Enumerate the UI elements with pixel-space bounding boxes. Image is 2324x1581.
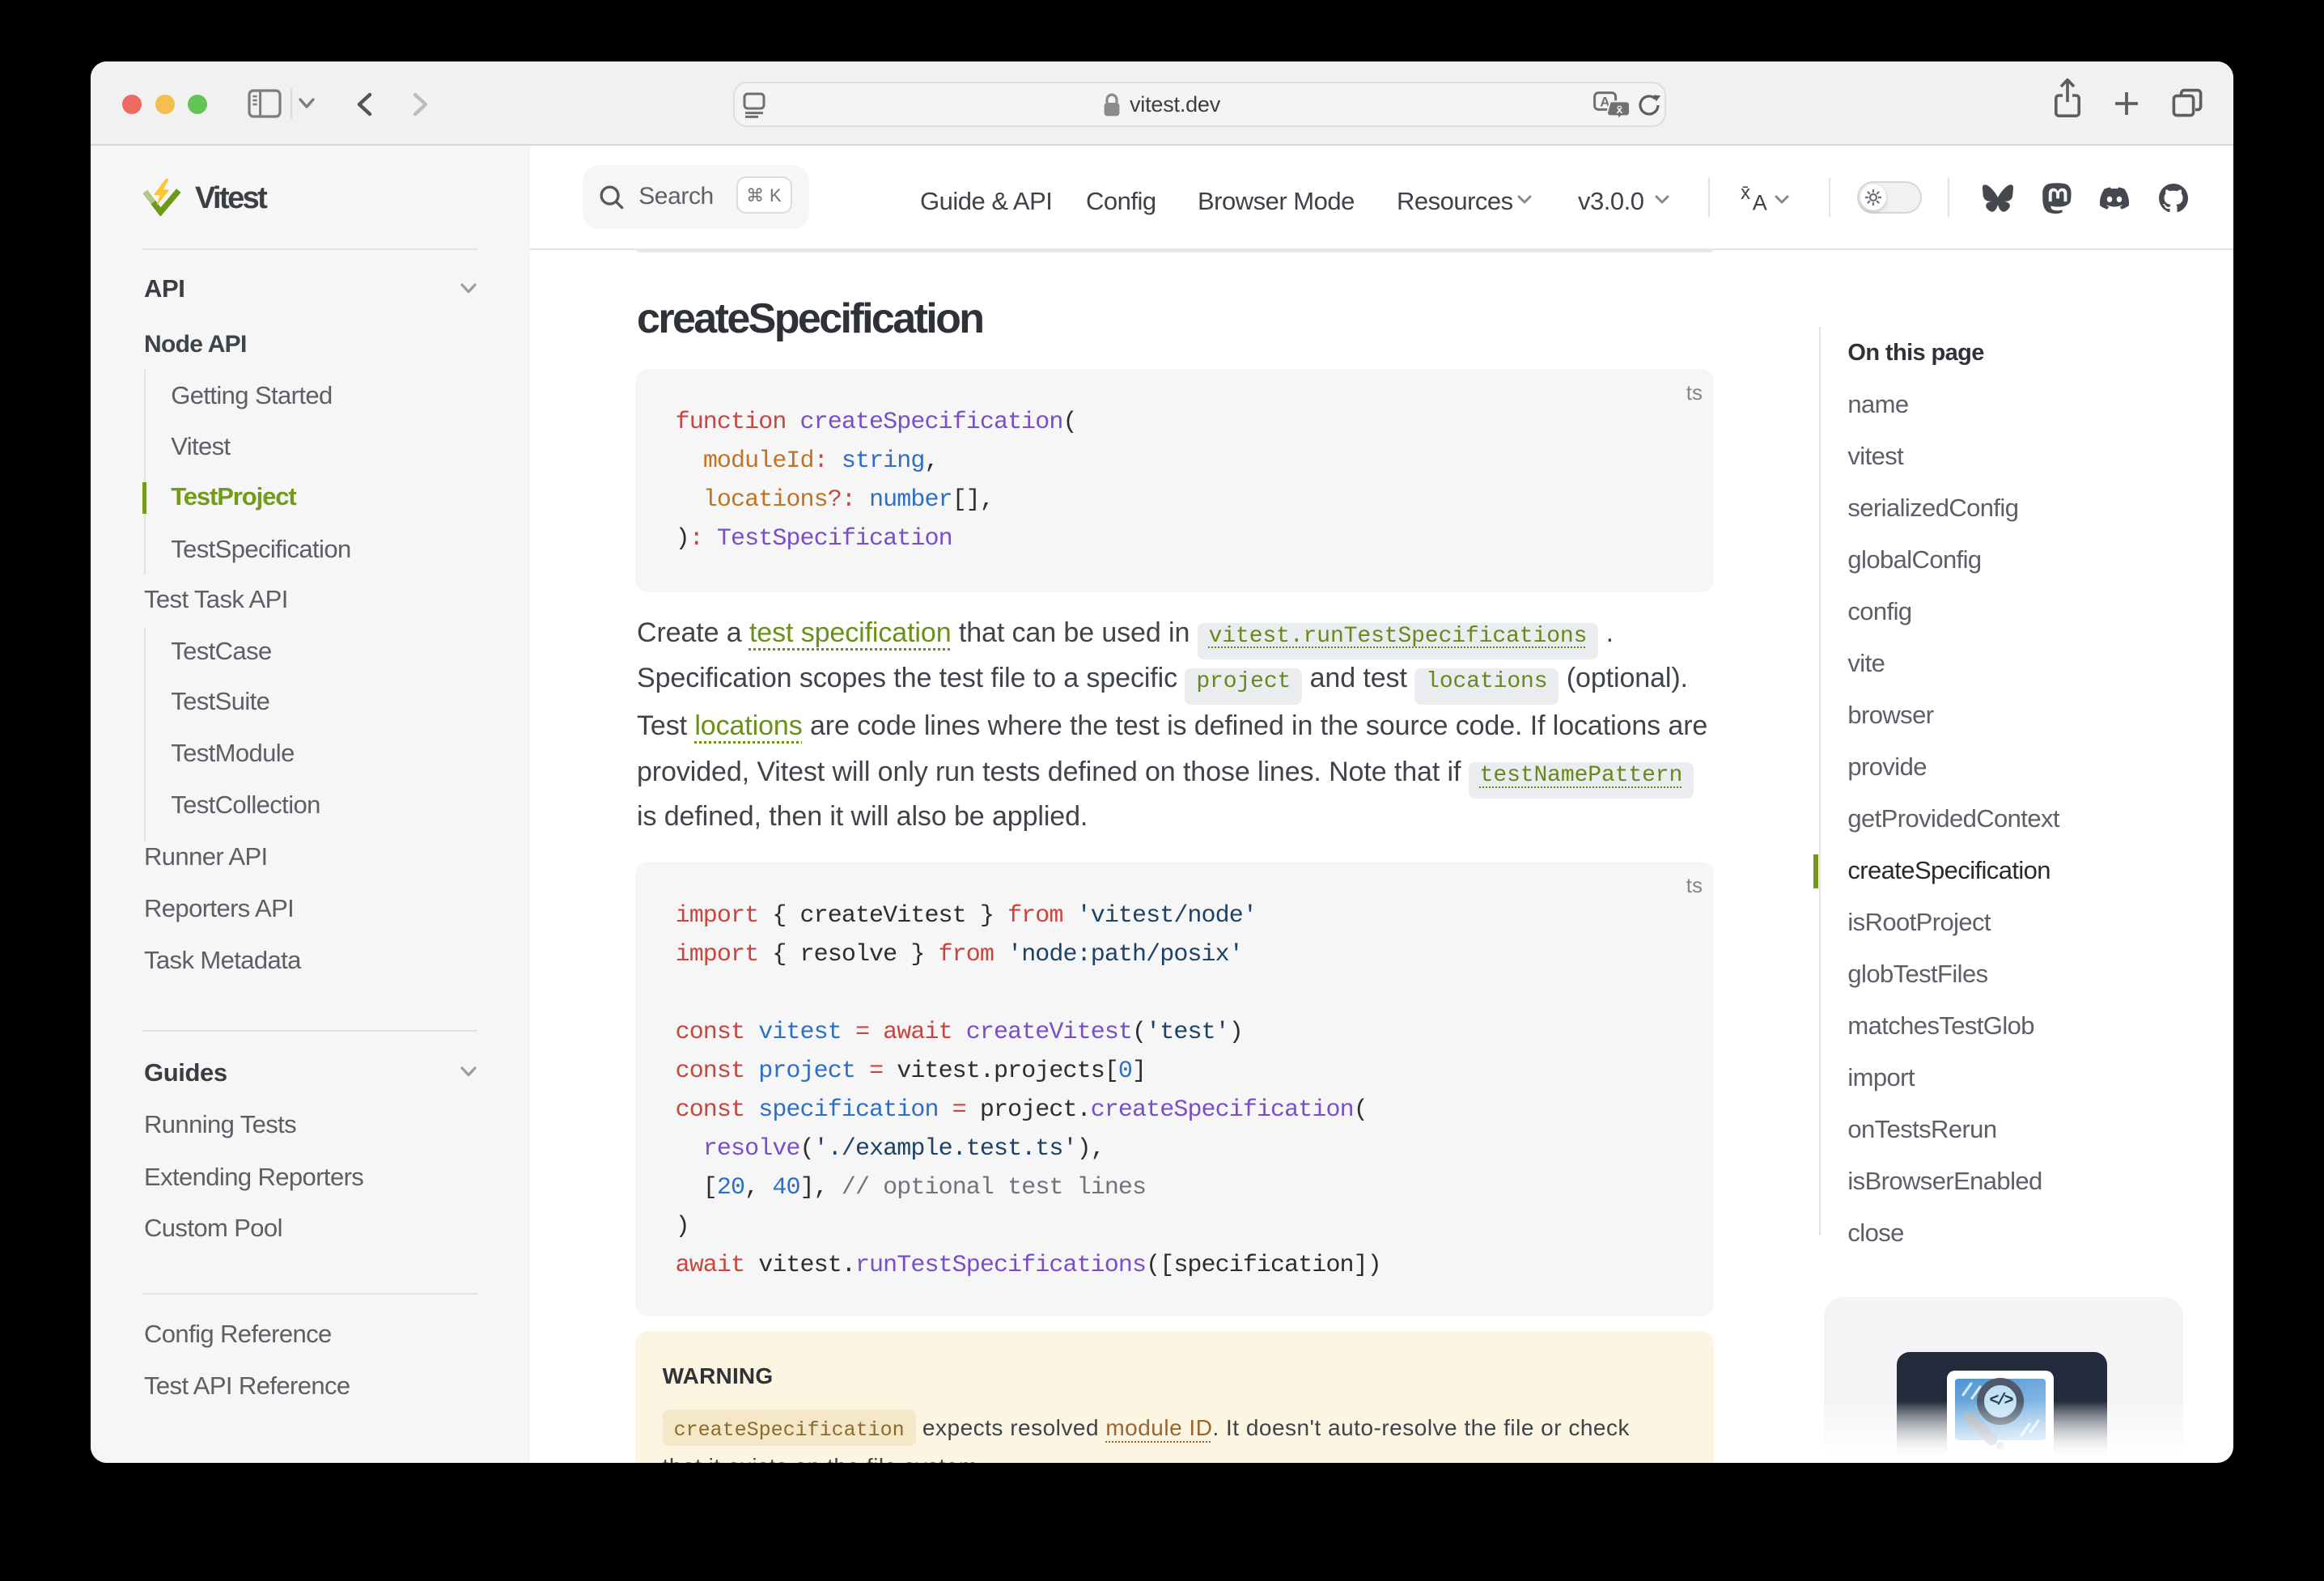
svg-text:x̄: x̄ [1741,183,1750,204]
svg-text:A: A [1753,191,1767,212]
svg-text:x̄: x̄ [1617,103,1623,116]
